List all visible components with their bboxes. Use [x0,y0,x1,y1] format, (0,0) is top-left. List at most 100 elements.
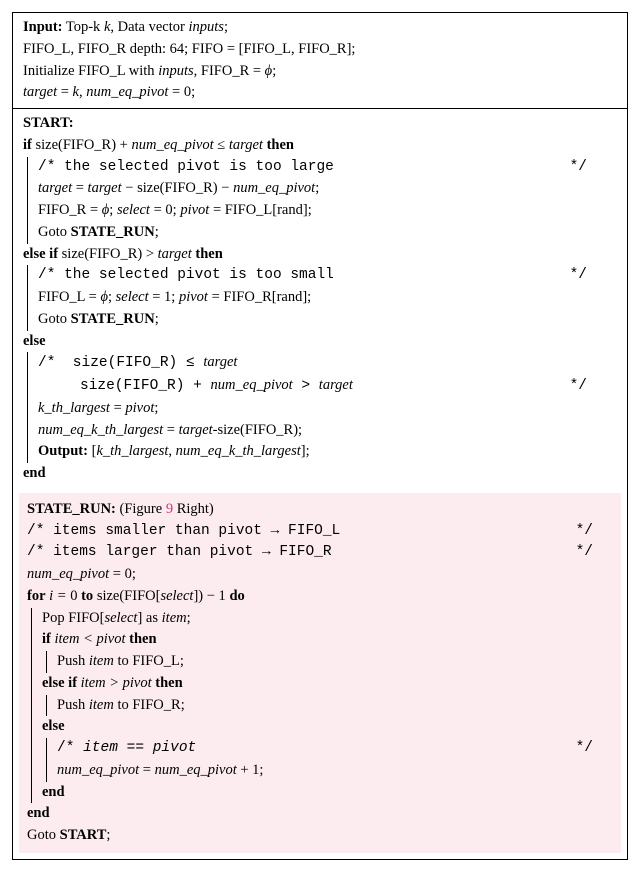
var-num-eq-pivot: num_eq_pivot [86,84,168,100]
kw-elseif: else if [23,246,58,262]
text: ]; [301,443,310,459]
kw-else: else [42,716,613,738]
text: size(FIFO_R) > [58,246,158,262]
output-label: Output: [38,443,88,459]
text: ; [224,19,228,35]
var: ϕ [100,289,108,305]
text: = [139,762,154,778]
text: size(FIFO_R) + [32,137,132,153]
goto-target: START [60,827,107,843]
var: item [89,653,114,669]
var: select [116,289,149,305]
var: target [319,377,353,393]
text: Initialize FIFO_L with [23,63,158,79]
var-inputs: inputs [158,63,193,79]
kw-elseif: else if [42,675,77,691]
text: to FIFO_L; [114,653,184,669]
input-label: Input: [23,19,63,35]
comment-open: /* [38,159,64,175]
start-section: START: if size(FIFO_R) + num_eq_pivot ≤ … [13,108,627,493]
var: num_eq_pivot [211,377,293,393]
var: target [38,180,72,196]
var: num_eq_pivot [27,566,109,582]
var: item [162,610,187,626]
text: = FIFO_L[rand]; [209,202,311,218]
comment-body: the selected pivot is too large [64,159,334,175]
text: + 1; [237,762,264,778]
text: ; [109,202,117,218]
comment-open: /* [38,267,64,283]
state-run-label: STATE_RUN: [27,501,116,517]
var: k_th_largest [38,400,110,416]
text: > [293,378,319,394]
var: num_eq_k_th_largest [176,443,301,459]
text: ; [106,827,110,843]
kw-end: end [42,782,613,804]
text: ≤ [214,137,229,153]
var: item [89,697,114,713]
var: pivot [125,400,154,416]
var: target [88,180,122,196]
text: ; [155,311,159,327]
comment-body: items larger than pivot → FIFO_R [53,544,331,560]
var: pivot [179,289,208,305]
text: 0 [70,588,81,604]
text: Goto [38,224,71,240]
text: − size(FIFO_R) − [122,180,233,196]
var: k_th_largest [96,443,168,459]
text: = 1; [149,289,179,305]
var: select [104,610,137,626]
kw-end: end [23,463,617,485]
kw-end: end [27,803,613,825]
var: target [179,422,213,438]
text-line: FIFO_L, FIFO_R depth: 64; FIFO = [FIFO_L… [23,39,617,61]
text: -size(FIFO_R); [213,422,302,438]
text: (Figure [116,501,166,517]
kw-do: do [229,588,244,604]
text: FIFO_R = [38,202,102,218]
comment-close: */ [570,157,617,179]
text: Pop FIFO[ [42,610,104,626]
text: Push [57,697,89,713]
text: = 0; [150,202,180,218]
text: , Data vector [110,19,188,35]
comment-open: /* [38,355,55,371]
text: ]) − 1 [193,588,229,604]
text: ; [272,63,276,79]
comment-close: */ [576,521,613,543]
text: Top-k [66,19,104,35]
var: select [160,588,193,604]
text: = [72,180,87,196]
algorithm-block: Input: Top-k k, Data vector inputs; FIFO… [12,12,628,860]
comment-body: item == pivot [83,740,196,756]
input-section: Input: Top-k k, Data vector inputs; FIFO… [13,13,627,108]
kw-for: for [27,588,46,604]
text: = [57,84,72,100]
text: , FIFO_R = [194,63,265,79]
text: ; [155,224,159,240]
text: , [168,443,175,459]
text: ; [187,610,191,626]
var: target [203,354,237,370]
var: num_eq_pivot [57,762,139,778]
goto-target: STATE_RUN [71,224,155,240]
var: pivot [180,202,209,218]
kw-to: to [81,588,93,604]
var-target: target [23,84,57,100]
text: Goto [27,827,60,843]
kw-if: if [23,137,32,153]
comment-close: */ [576,542,613,564]
comment-body: items smaller than pivot → FIFO_L [53,523,340,539]
text: ; [154,400,158,416]
text: Right) [173,501,214,517]
text: to FIFO_R; [114,697,185,713]
comment-close: */ [570,376,617,398]
comment-open: /* [27,544,53,560]
kw-if: if [42,631,51,647]
comment-body: size(FIFO_R) ≤ [64,355,203,371]
text: i = [46,588,71,604]
figure-ref[interactable]: 9 [166,501,173,517]
text: = [163,422,178,438]
var: num_eq_k_th_largest [38,422,163,438]
state-run-section: STATE_RUN: (Figure 9 Right) /* items sma… [19,493,621,853]
